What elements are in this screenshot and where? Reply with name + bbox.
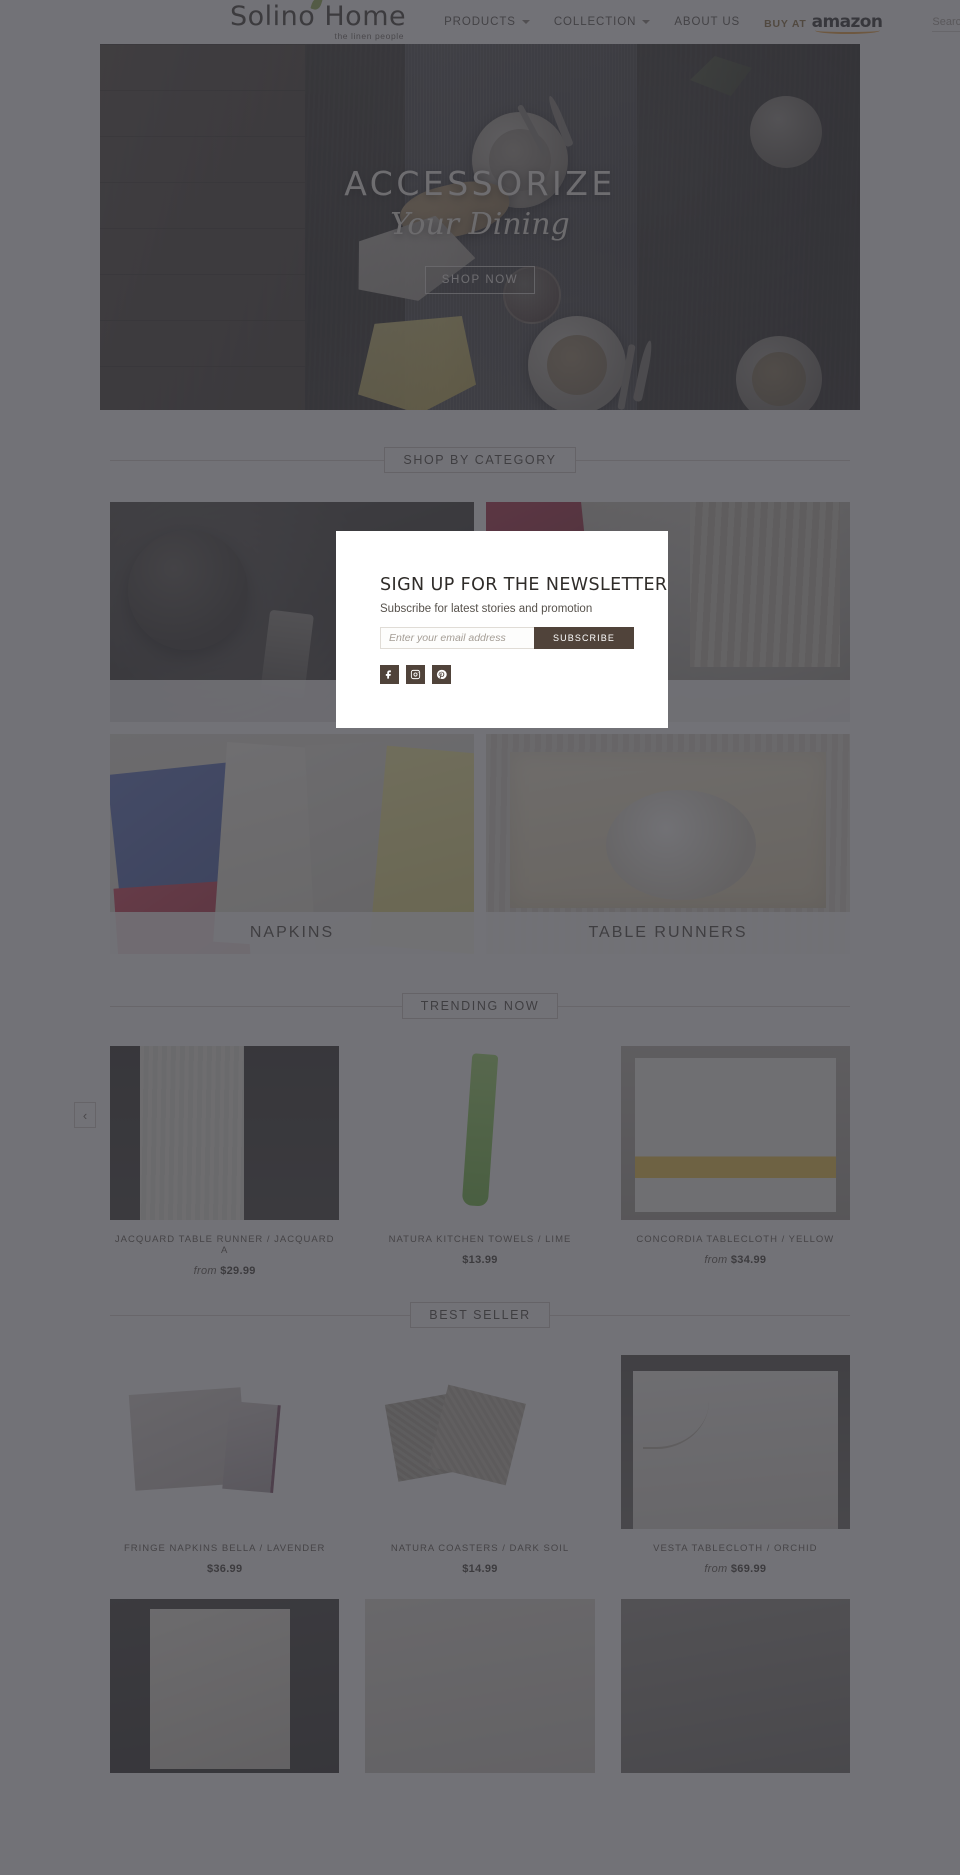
hero-banner: ACCESSORIZE Your Dining SHOP NOW bbox=[100, 44, 860, 410]
facebook-icon[interactable] bbox=[380, 665, 399, 684]
product-card[interactable] bbox=[620, 1599, 850, 1773]
nav-item-buy-at-amazon[interactable]: BUY AT amazon bbox=[764, 13, 883, 35]
email-field[interactable] bbox=[380, 627, 534, 649]
product-image bbox=[620, 1355, 850, 1529]
product-image bbox=[110, 1355, 340, 1529]
price-value: $36.99 bbox=[206, 1563, 243, 1575]
product-name: NATURA KITCHEN TOWELS / LIME bbox=[388, 1234, 572, 1245]
product-card[interactable]: CONCORDIA TABLECLOTH / YELLOW from $34.9… bbox=[620, 1046, 850, 1277]
product-card[interactable] bbox=[110, 1599, 340, 1773]
price-prefix: from bbox=[704, 1563, 728, 1575]
product-card[interactable]: JACQUARD TABLE RUNNER / JACQUARD A from … bbox=[110, 1046, 340, 1277]
product-card[interactable] bbox=[365, 1599, 595, 1773]
newsletter-form: SUBSCRIBE bbox=[380, 627, 634, 649]
category-card-table-runners[interactable]: TABLE RUNNERS bbox=[486, 734, 850, 954]
product-name: JACQUARD TABLE RUNNER / JACQUARD A bbox=[114, 1234, 335, 1256]
trending-product-row: JACQUARD TABLE RUNNER / JACQUARD A from … bbox=[110, 1018, 850, 1277]
carousel-prev-icon[interactable]: ‹ bbox=[74, 1102, 96, 1128]
nav-item-about-us[interactable]: ABOUT US bbox=[674, 16, 740, 28]
subscribe-button[interactable]: SUBSCRIBE bbox=[534, 627, 634, 649]
product-price: $13.99 bbox=[365, 1254, 594, 1266]
main-nav: PRODUCTS COLLECTION ABOUT US BUY AT amaz… bbox=[444, 0, 960, 44]
shop-now-button[interactable]: SHOP NOW bbox=[424, 266, 536, 294]
product-price: from $34.99 bbox=[621, 1254, 850, 1266]
product-image bbox=[620, 1599, 850, 1773]
hero-copy: ACCESSORIZE Your Dining SHOP NOW bbox=[100, 164, 860, 294]
product-card[interactable]: FRINGE NAPKINS BELLA / LAVENDER $36.99 bbox=[110, 1355, 340, 1575]
category-label-napkins: NAPKINS bbox=[110, 912, 474, 954]
product-price: $36.99 bbox=[110, 1563, 339, 1575]
product-name: VESTA TABLECLOTH / ORCHID bbox=[653, 1543, 818, 1554]
price-value: $69.99 bbox=[730, 1563, 767, 1575]
page-root: Solino Home the linen people PRODUCTS CO… bbox=[0, 0, 960, 1875]
price-prefix: from bbox=[704, 1254, 728, 1266]
section-header-trending: TRENDING NOW bbox=[110, 993, 850, 1019]
bottom-product-row bbox=[110, 1575, 850, 1773]
product-price: from $29.99 bbox=[110, 1265, 339, 1277]
section-header-bestseller: BEST SELLER bbox=[110, 1302, 850, 1328]
section-title-best-seller: BEST SELLER bbox=[410, 1302, 550, 1328]
logo-tagline: the linen people bbox=[334, 31, 405, 41]
amazon-smile-icon bbox=[814, 27, 881, 35]
product-card[interactable]: VESTA TABLECLOTH / ORCHID from $69.99 bbox=[620, 1355, 850, 1575]
product-image bbox=[365, 1355, 595, 1529]
trending-carousel: ‹ JACQUARD TABLE RUNNER / JACQUARD A fro… bbox=[74, 1018, 850, 1277]
product-name: FRINGE NAPKINS BELLA / LAVENDER bbox=[123, 1543, 326, 1554]
product-image bbox=[110, 1599, 340, 1773]
nav-label-collection: COLLECTION bbox=[553, 16, 637, 28]
site-header: Solino Home the linen people PRODUCTS CO… bbox=[0, 0, 960, 44]
hero-title-line1: ACCESSORIZE bbox=[344, 164, 616, 203]
pinterest-icon[interactable] bbox=[432, 665, 451, 684]
section-title-trending-now: TRENDING NOW bbox=[401, 993, 559, 1019]
category-card-napkins[interactable]: NAPKINS bbox=[110, 734, 474, 954]
price-value: $34.99 bbox=[730, 1254, 767, 1266]
nav-item-products[interactable]: PRODUCTS bbox=[444, 16, 530, 28]
product-name: CONCORDIA TABLECLOTH / YELLOW bbox=[636, 1234, 835, 1245]
section-header-category: SHOP BY CATEGORY bbox=[110, 447, 850, 473]
bottom-product-row-partial bbox=[110, 1575, 850, 1773]
product-image bbox=[620, 1046, 850, 1220]
site-logo[interactable]: Solino Home the linen people bbox=[230, 0, 406, 41]
hero-title-line2: Your Dining bbox=[390, 207, 570, 242]
bestseller-product-row: FRINGE NAPKINS BELLA / LAVENDER $36.99 N… bbox=[110, 1327, 850, 1575]
social-links bbox=[380, 665, 668, 684]
product-card[interactable]: NATURA KITCHEN TOWELS / LIME $13.99 bbox=[365, 1046, 595, 1277]
nav-label-products: PRODUCTS bbox=[444, 16, 516, 28]
product-price: $14.99 bbox=[365, 1563, 594, 1575]
nav-item-collection[interactable]: COLLECTION bbox=[554, 16, 651, 28]
category-label-table-runners: TABLE RUNNERS bbox=[486, 912, 850, 954]
price-value: $14.99 bbox=[462, 1563, 498, 1575]
price-prefix: from bbox=[193, 1265, 217, 1277]
search-input[interactable] bbox=[932, 14, 960, 32]
newsletter-title: SIGN UP FOR THE NEWSLETTER bbox=[380, 575, 668, 595]
price-value: $13.99 bbox=[462, 1254, 498, 1266]
bestseller-carousel: FRINGE NAPKINS BELLA / LAVENDER $36.99 N… bbox=[110, 1327, 850, 1575]
nav-label-about: ABOUT US bbox=[674, 16, 741, 28]
price-value: $29.99 bbox=[220, 1265, 256, 1277]
instagram-icon[interactable] bbox=[406, 665, 425, 684]
product-image bbox=[365, 1046, 595, 1220]
newsletter-subtitle: Subscribe for latest stories and promoti… bbox=[380, 603, 593, 615]
section-title-shop-by-category: SHOP BY CATEGORY bbox=[384, 447, 576, 473]
product-price: from $69.99 bbox=[621, 1563, 850, 1575]
newsletter-modal: SIGN UP FOR THE NEWSLETTER Subscribe for… bbox=[336, 531, 668, 728]
chevron-down-icon bbox=[521, 20, 530, 24]
search-container bbox=[932, 12, 960, 32]
product-name: NATURA COASTERS / DARK SOIL bbox=[390, 1543, 570, 1554]
amazon-prefix-label: BUY AT bbox=[764, 18, 807, 31]
product-card[interactable]: NATURA COASTERS / DARK SOIL $14.99 bbox=[365, 1355, 595, 1575]
amazon-logo: amazon bbox=[812, 13, 883, 35]
product-image bbox=[110, 1046, 340, 1220]
product-image bbox=[365, 1599, 595, 1773]
chevron-down-icon bbox=[642, 20, 651, 24]
